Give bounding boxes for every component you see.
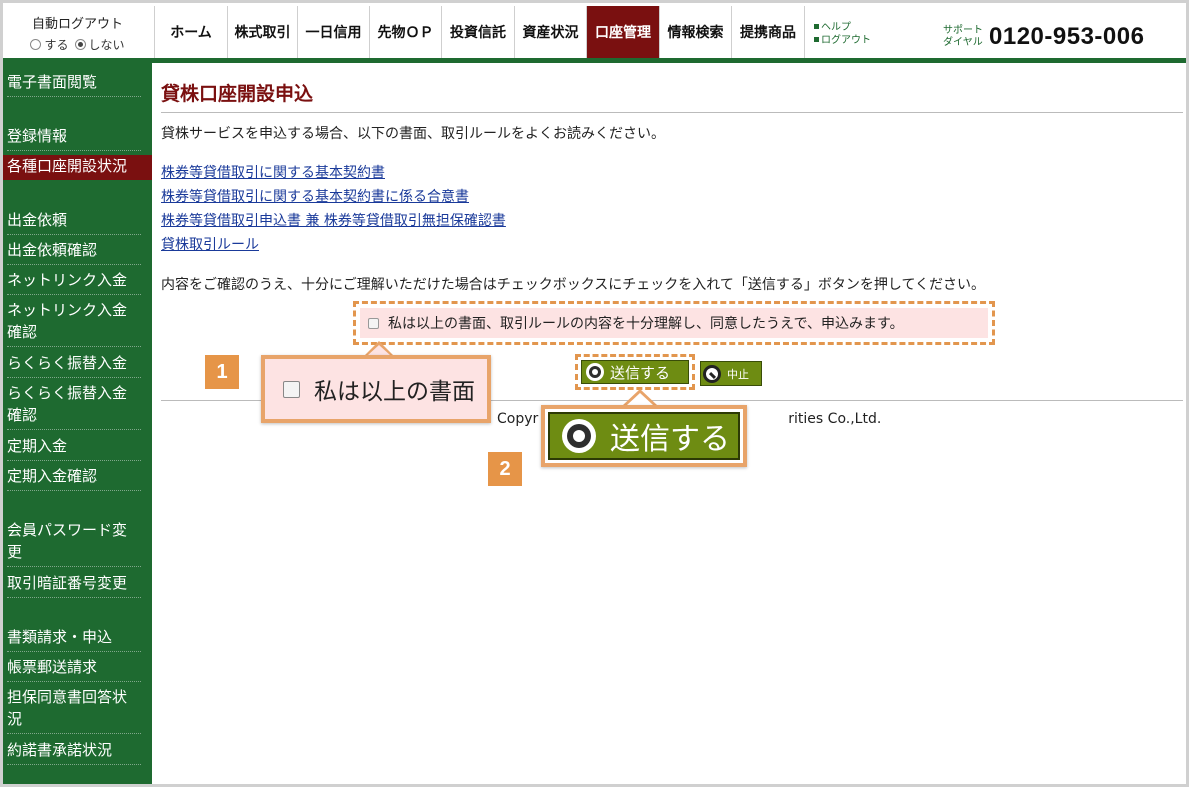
target-icon <box>562 419 596 453</box>
checkbox-icon <box>283 380 300 398</box>
step-badge-2: 2 <box>488 452 522 486</box>
callout-pointers <box>365 341 657 405</box>
zoom-callout-submit: 送信する <box>541 405 747 467</box>
zoom-callout-checkbox: 私は以上の書面 <box>261 355 491 423</box>
step-badge-1: 1 <box>205 355 239 389</box>
screenshot-frame: 自動ログアウト する しない ホーム 株式取引 一日信用 先物ＯＰ 投資信託 資… <box>0 0 1189 787</box>
